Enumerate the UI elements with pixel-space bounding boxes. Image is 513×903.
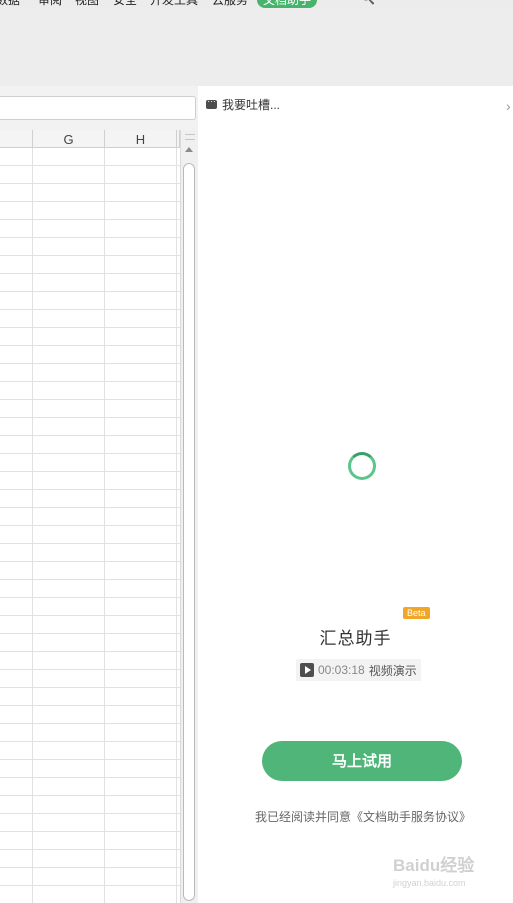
feedback-link[interactable]: 我要吐槽... [206,94,281,113]
video-demo-button[interactable]: 00:03:18 视频演示 [296,659,421,681]
chevron-right-icon[interactable]: › [506,98,511,114]
table-row[interactable] [0,634,180,652]
grid-rows[interactable] [0,148,180,903]
play-icon [300,663,314,677]
table-row[interactable] [0,220,180,238]
table-row[interactable] [0,670,180,688]
feature-title: 汇总助手 [319,629,392,648]
watermark-brand: Baidu经验 [393,856,475,875]
gridline [104,148,105,903]
search-icon[interactable]: 🔍 [360,0,375,5]
table-row[interactable] [0,436,180,454]
table-row[interactable] [0,364,180,382]
table-row[interactable] [0,184,180,202]
table-row[interactable] [0,598,180,616]
menu-item-cloud[interactable]: 云服务 [212,0,248,8]
table-row[interactable] [0,796,180,814]
watermark-url: jingyan.baidu.com [393,878,466,888]
video-label: 视频演示 [368,663,417,678]
table-row[interactable] [0,544,180,562]
table-row[interactable] [0,688,180,706]
service-agreement-text[interactable]: 我已经阅读并同意《文档助手服务协议》 [198,808,513,825]
beta-badge: Beta [403,607,430,619]
table-row[interactable] [0,310,180,328]
table-row[interactable] [0,580,180,598]
split-handle-icon[interactable] [185,134,195,140]
table-row[interactable] [0,616,180,634]
table-row[interactable] [0,724,180,742]
table-row[interactable] [0,886,180,903]
table-row[interactable] [0,454,180,472]
scroll-thumb[interactable] [183,163,195,901]
table-row[interactable] [0,346,180,364]
table-row[interactable] [0,202,180,220]
gridline [176,148,177,903]
formula-bar [0,86,198,130]
table-row[interactable] [0,238,180,256]
menu-item-dev-tools[interactable]: 开发工具 [150,0,198,8]
column-header-g[interactable]: G [33,130,105,148]
column-header-prev[interactable] [0,130,33,148]
table-row[interactable] [0,814,180,832]
table-row[interactable] [0,526,180,544]
menu-item-view[interactable]: 视图 [75,0,99,8]
table-row[interactable] [0,274,180,292]
table-row[interactable] [0,490,180,508]
scroll-up-icon[interactable] [185,147,193,152]
ribbon-toolbar [0,8,513,87]
table-row[interactable] [0,652,180,670]
table-row[interactable] [0,760,180,778]
menu-item-data[interactable]: 数据 [0,0,20,8]
formula-input[interactable] [0,96,196,120]
table-row[interactable] [0,742,180,760]
menu-item-review[interactable]: 审阅 [38,0,62,8]
column-header-h[interactable]: H [105,130,177,148]
chat-bubble-icon [206,94,217,109]
table-row[interactable] [0,832,180,850]
feedback-label: 我要吐槽... [222,98,281,112]
gridline [32,148,33,903]
table-row[interactable] [0,292,180,310]
table-row[interactable] [0,256,180,274]
table-row[interactable] [0,148,180,166]
table-row[interactable] [0,706,180,724]
loading-spinner-icon [348,452,376,480]
menu-item-security[interactable]: 安全 [113,0,137,8]
table-row[interactable] [0,472,180,490]
table-row[interactable] [0,508,180,526]
spreadsheet-grid[interactable]: G H [0,130,180,903]
vertical-scrollbar[interactable] [180,130,198,903]
video-duration: 00:03:18 [318,663,365,677]
table-row[interactable] [0,382,180,400]
table-row[interactable] [0,778,180,796]
table-row[interactable] [0,400,180,418]
table-row[interactable] [0,562,180,580]
table-row[interactable] [0,850,180,868]
baidu-watermark-logo: Baidu经验 jingyan.baidu.com [393,851,505,893]
table-row[interactable] [0,166,180,184]
table-row[interactable] [0,418,180,436]
menu-item-doc-assistant[interactable]: 文档助手 [257,0,318,8]
table-row[interactable] [0,868,180,886]
try-now-button[interactable]: 马上试用 [262,741,462,781]
menu-bar: 数据 审阅 视图 安全 开发工具 云服务 文档助手 🔍 [0,0,513,8]
doc-assistant-panel: 我要吐槽... › 汇总助手 Beta 00:03:18 视频演示 马上试用 我… [198,86,513,903]
table-row[interactable] [0,328,180,346]
